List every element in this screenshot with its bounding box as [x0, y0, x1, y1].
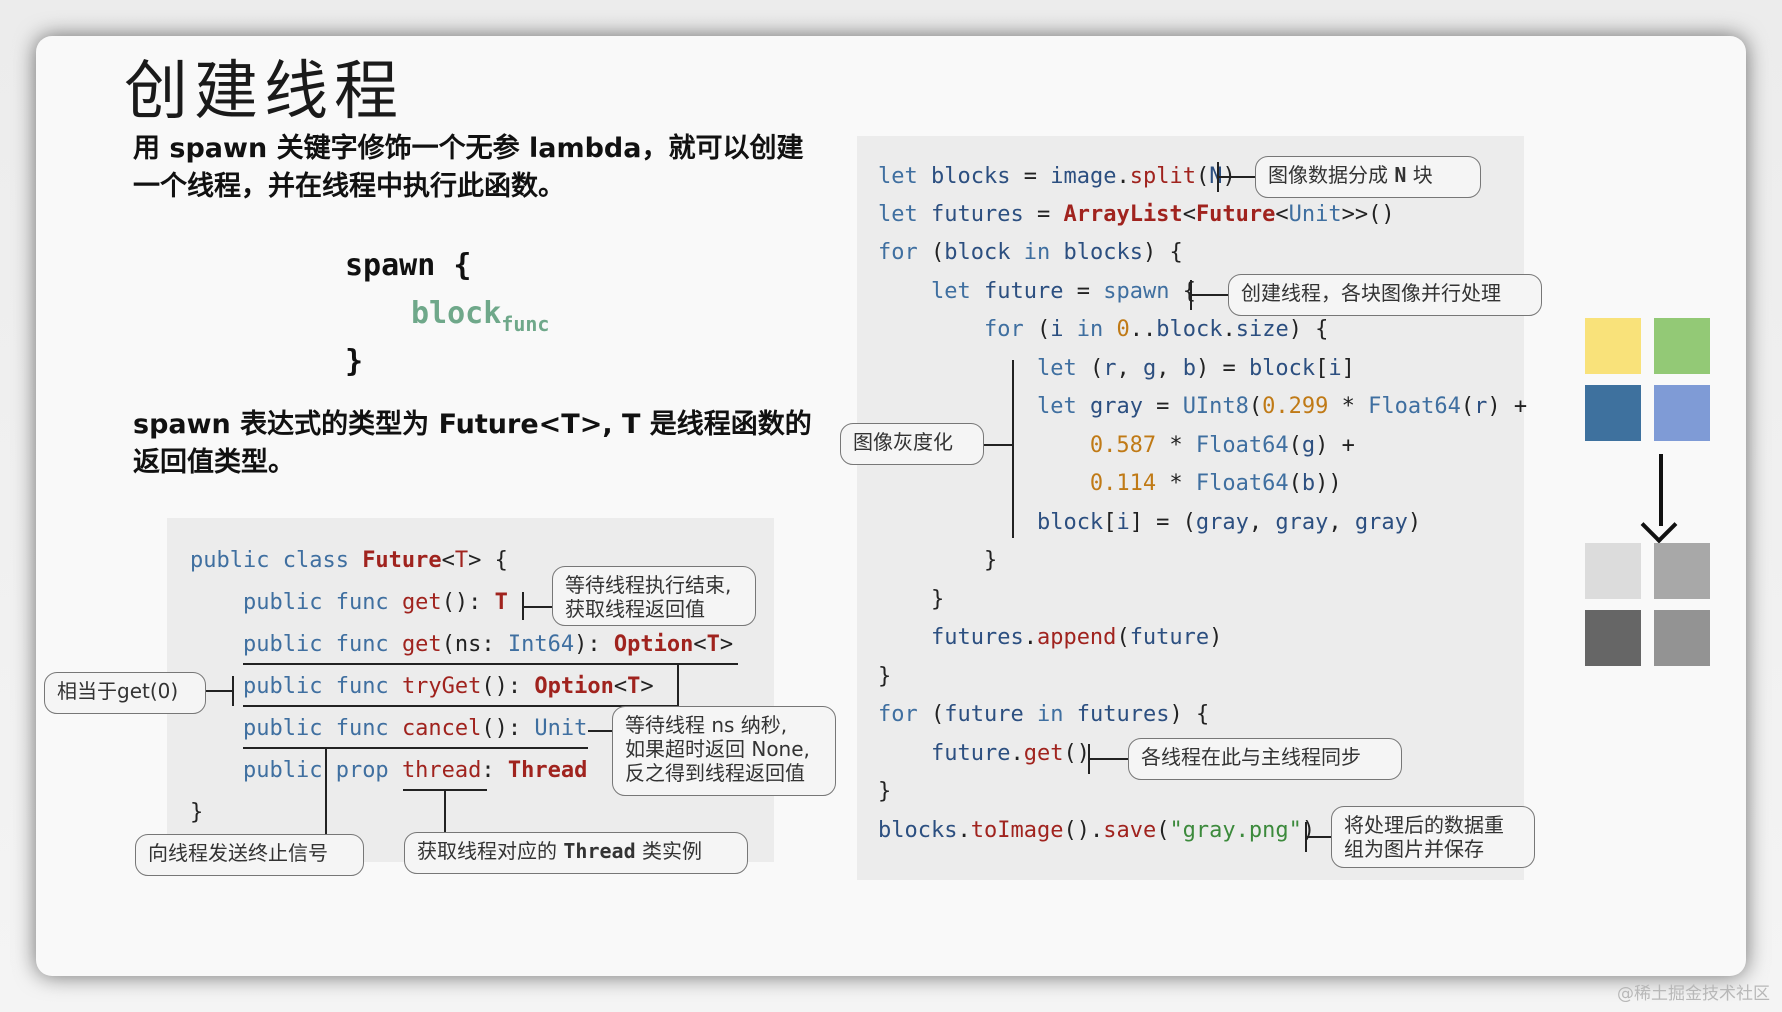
- underline-get-ns: [243, 663, 738, 665]
- underline-tryget: [243, 705, 677, 707]
- code-line-3: for (block in blocks) {: [878, 240, 1183, 265]
- code-line-4: let future = spawn {: [930, 279, 1196, 304]
- callout-get-result-1: 等待线程执行结束,: [565, 573, 732, 597]
- callout-thread: 获取线程对应的 Thread 类实例: [404, 832, 748, 874]
- callout-save: 将处理后的数据重 组为图片并保存: [1331, 806, 1535, 868]
- callout-gray-text: 图像灰度化: [853, 430, 953, 454]
- connector-gray: [984, 444, 1012, 446]
- code-line-16: future.get(): [930, 741, 1090, 766]
- connector-save: [1305, 836, 1331, 838]
- type-line-1: spawn 表达式的类型为 Future<T>, T 是线程函数的: [133, 409, 812, 440]
- swatch-after-2: [1654, 543, 1710, 599]
- intro-text: 用 spawn 关键字修饰一个无参 lambda，就可以创建 一个线程，并在线程…: [133, 130, 823, 206]
- underline-cancel: [243, 747, 588, 749]
- callout-timeout-3: 反之得到线程返回值: [625, 761, 805, 785]
- intro-line-1: 用 spawn 关键字修饰一个无参 lambda，就可以创建: [133, 133, 804, 164]
- future-line-7: }: [190, 800, 204, 825]
- future-line-1: public class Future<T> {: [190, 548, 508, 573]
- callout-timeout-1: 等待线程 ns 纳秒,: [625, 713, 788, 737]
- spawn-block-name: block: [411, 296, 502, 331]
- callout-cancel: 向线程发送终止信号: [135, 834, 364, 876]
- callout-timeout-2: 如果超时返回 None,: [625, 737, 810, 761]
- callout-split: 图像数据分成 N 块: [1255, 156, 1481, 198]
- code-line-12: }: [878, 587, 945, 612]
- code-line-13: futures.append(future): [930, 625, 1223, 650]
- swatch-before-2: [1654, 318, 1710, 374]
- callout-get-result-2: 获取线程返回值: [565, 597, 705, 621]
- future-line-4: public func tryGet(): Option<T>: [242, 674, 654, 699]
- spawn-block-sub: func: [501, 312, 550, 336]
- code-line-17: }: [878, 779, 892, 804]
- swatch-before-3: [1585, 385, 1641, 441]
- swatch-after-4: [1654, 610, 1710, 666]
- connector-split: [1217, 176, 1255, 178]
- code-line-18: blocks.toImage().save("gray.png"): [878, 818, 1316, 843]
- type-text: spawn 表达式的类型为 Future<T>, T 是线程函数的 返回值类型。: [133, 406, 823, 482]
- future-line-3: public func get(ns: Int64): Option<T>: [242, 632, 734, 657]
- code-line-9: 0.114 * Float64(b)): [1089, 471, 1342, 496]
- intro-line-2: 一个线程，并在线程中执行此函数。: [133, 171, 565, 202]
- spawn-open: spawn {: [345, 248, 472, 283]
- callout-cancel-text: 向线程发送终止信号: [148, 841, 328, 865]
- connector-tryget-up: [677, 665, 679, 706]
- future-line-2: public func get(): T: [242, 590, 508, 615]
- connector-timeout: [588, 730, 612, 732]
- callout-tryget-text: 相当于get(0): [57, 679, 179, 703]
- connector-spawn: [1190, 294, 1228, 296]
- connector-cancel: [325, 749, 327, 836]
- callout-spawn-text: 创建线程，各块图像并行处理: [1241, 281, 1501, 305]
- future-line-6: public prop thread: Thread: [242, 758, 588, 783]
- spawn-close: }: [345, 344, 364, 379]
- code-line-15: for (future in futures) {: [878, 702, 1210, 727]
- type-line-2: 返回值类型。: [133, 447, 295, 478]
- code-line-1: let blocks = image.split(N): [878, 164, 1236, 189]
- callout-gray: 图像灰度化: [840, 423, 984, 465]
- code-line-7: let gray = UInt8(0.299 * Float64(r) +: [1036, 394, 1528, 419]
- connector-get: [522, 606, 552, 608]
- swatch-after-3: [1585, 610, 1641, 666]
- code-line-5: for (i in 0..block.size) {: [983, 317, 1329, 342]
- callout-split-mono: N: [1394, 163, 1407, 187]
- callout-sync: 各线程在此与主线程同步: [1128, 738, 1402, 780]
- callout-spawn: 创建线程，各块图像并行处理: [1228, 274, 1542, 316]
- swatch-before-4: [1654, 385, 1710, 441]
- code-line-2: let futures = ArrayList<Future<Unit>>(): [878, 202, 1395, 227]
- callout-thread-mono: Thread: [563, 839, 636, 863]
- callout-split-2: 块: [1412, 163, 1433, 187]
- callout-save-2: 组为图片并保存: [1344, 837, 1484, 861]
- code-line-6: let (r, g, b) = block[i]: [1036, 356, 1355, 381]
- connector-sync: [1088, 758, 1128, 760]
- code-line-10: block[i] = (gray, gray, gray): [1036, 510, 1422, 535]
- slide-title: 创建线程: [124, 55, 404, 129]
- spawn-block: blockfunc: [411, 296, 549, 336]
- swatch-before-1: [1585, 318, 1641, 374]
- callout-split-1: 图像数据分成: [1268, 163, 1388, 187]
- callout-get-result: 等待线程执行结束, 获取线程返回值: [552, 566, 756, 626]
- connector-tryget: [205, 690, 233, 692]
- callout-timeout: 等待线程 ns 纳秒, 如果超时返回 None, 反之得到线程返回值: [612, 706, 836, 796]
- swatch-after-1: [1585, 543, 1641, 599]
- callout-save-1: 将处理后的数据重: [1344, 813, 1504, 837]
- callout-tryget: 相当于get(0): [44, 672, 206, 714]
- callout-sync-text: 各线程在此与主线程同步: [1141, 745, 1361, 769]
- code-line-14: }: [878, 664, 892, 689]
- future-line-5: public func cancel(): Unit: [242, 716, 588, 741]
- connector-thread: [444, 791, 446, 832]
- callout-thread-prefix: 获取线程对应的: [417, 839, 557, 863]
- callout-thread-suffix: 类实例: [641, 839, 702, 863]
- watermark: @稀土掘金技术社区: [1617, 984, 1770, 1004]
- bracket-gray: [1012, 360, 1014, 538]
- code-line-11: }: [878, 548, 998, 573]
